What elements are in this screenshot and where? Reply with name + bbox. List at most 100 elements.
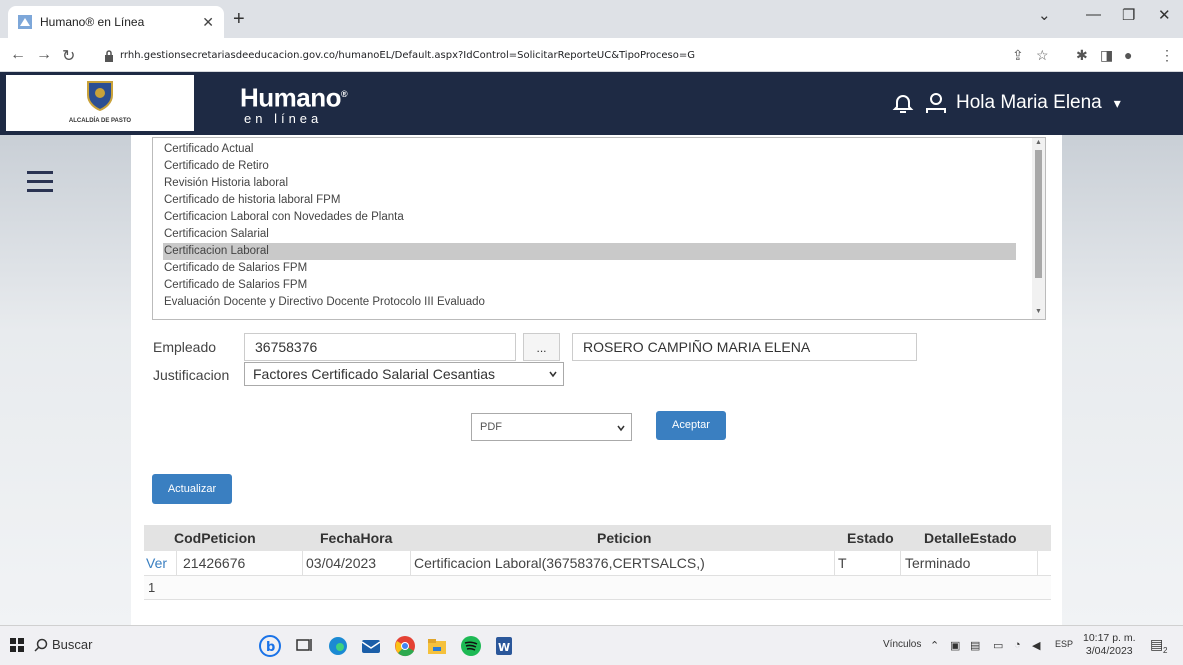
- back-icon[interactable]: ←: [10, 46, 26, 64]
- chevron-up-icon[interactable]: ⌃: [930, 639, 939, 652]
- tab-title: Humano® en Línea: [40, 15, 145, 29]
- view-link[interactable]: Ver: [146, 555, 167, 571]
- report-type-list[interactable]: Certificado Actual Certificado de Retiro…: [152, 137, 1046, 320]
- list-item[interactable]: Evaluación Docente y Directivo Docente P…: [164, 294, 485, 311]
- format-select[interactable]: PDF: [471, 413, 632, 441]
- close-tab-icon[interactable]: ✕: [202, 14, 214, 31]
- accept-button[interactable]: Aceptar: [656, 411, 726, 440]
- mail-icon[interactable]: [358, 633, 384, 659]
- notification-count: 2: [1163, 646, 1168, 655]
- requests-table: CodPeticion FechaHora Peticion Estado De…: [144, 525, 1051, 600]
- tray-app-icon[interactable]: ▣: [950, 639, 960, 652]
- svg-text:b: b: [266, 640, 275, 655]
- scroll-up-icon[interactable]: ▲: [1035, 139, 1042, 146]
- clock[interactable]: 10:17 p. m. 3/04/2023: [1083, 632, 1136, 658]
- bing-icon[interactable]: b: [257, 633, 283, 659]
- list-item[interactable]: Revisión Historia laboral: [164, 175, 288, 192]
- taskbar-search-label[interactable]: Buscar: [52, 637, 92, 652]
- column-divider: [302, 551, 303, 576]
- chevron-down-icon[interactable]: ⌄: [1038, 6, 1051, 24]
- browser-tab[interactable]: Humano® en Línea ✕: [8, 6, 224, 38]
- justificacion-select[interactable]: Factores Certificado Salarial Cesantias: [244, 362, 564, 386]
- employee-lookup-button[interactable]: ...: [523, 333, 560, 361]
- justificacion-value: Factores Certificado Salarial Cesantias: [253, 366, 495, 382]
- empleado-field[interactable]: 36758376: [244, 333, 516, 361]
- column-divider: [1037, 551, 1038, 576]
- page-number[interactable]: 1: [148, 580, 155, 595]
- logo-caption: ALCALDÍA DE PASTO: [68, 118, 132, 124]
- bookmark-star-icon[interactable]: ☆: [1036, 47, 1049, 64]
- share-icon[interactable]: ⇪: [1012, 47, 1024, 64]
- refresh-button[interactable]: Actualizar: [152, 474, 232, 504]
- format-value: PDF: [480, 421, 502, 433]
- humano-brand: Humano® en línea: [240, 80, 348, 126]
- task-view-icon[interactable]: [291, 633, 317, 659]
- chrome-icon[interactable]: [392, 633, 418, 659]
- profile-avatar[interactable]: ●: [1124, 47, 1132, 63]
- user-icon[interactable]: [924, 91, 948, 115]
- forward-icon[interactable]: →: [36, 46, 52, 64]
- clock-time: 10:17 p. m.: [1083, 632, 1136, 644]
- list-item-selected[interactable]: Certificacion Laboral: [163, 243, 1016, 260]
- chevron-down-icon: ▾: [1113, 95, 1121, 111]
- reload-icon[interactable]: ↻: [62, 46, 75, 66]
- more-menu-icon[interactable]: ⋮: [1160, 47, 1174, 64]
- list-scrollbar[interactable]: ▲ ▼: [1032, 138, 1045, 319]
- column-divider: [176, 551, 177, 576]
- column-divider: [900, 551, 901, 576]
- sidepanel-icon[interactable]: ◨: [1100, 47, 1113, 64]
- file-explorer-icon[interactable]: [424, 633, 450, 659]
- col-header-peticion: Peticion: [597, 530, 652, 546]
- clock-date: 3/04/2023: [1085, 645, 1133, 657]
- tray-app-icon[interactable]: ▤: [970, 639, 980, 652]
- search-icon[interactable]: [34, 638, 48, 652]
- list-item[interactable]: Certificado de Retiro: [164, 158, 269, 175]
- col-header-codpeticion: CodPeticion: [174, 530, 256, 546]
- brand-sub: en línea: [244, 110, 323, 126]
- col-header-estado: Estado: [847, 530, 894, 546]
- table-header: CodPeticion FechaHora Peticion Estado De…: [144, 525, 1051, 551]
- minimize-icon[interactable]: —: [1086, 6, 1101, 23]
- employee-name-field: ROSERO CAMPIÑO MARIA ELENA: [572, 333, 917, 361]
- table-pager: 1: [144, 576, 1051, 600]
- word-icon[interactable]: W: [491, 633, 517, 659]
- spotify-icon[interactable]: [458, 633, 484, 659]
- coat-of-arms-icon: [87, 81, 113, 112]
- list-item[interactable]: Certificado de Salarios FPM: [164, 260, 307, 277]
- user-menu[interactable]: Hola Maria Elena ▾: [956, 92, 1121, 114]
- cell-fechahora: 03/04/2023: [306, 555, 377, 571]
- windows-taskbar: Buscar b W Vínculos ⌃ ▣ ▤ ▭ ◔ ◀ ESP 10:1…: [0, 625, 1183, 665]
- list-item[interactable]: Certificacion Salarial: [164, 226, 269, 243]
- scroll-thumb[interactable]: [1035, 150, 1042, 278]
- list-item[interactable]: Certificado de historia laboral FPM: [164, 192, 340, 209]
- list-item[interactable]: Certificado Actual: [164, 141, 254, 158]
- bell-icon[interactable]: [892, 92, 914, 114]
- cell-codpeticion: 21426676: [183, 555, 246, 571]
- extensions-icon[interactable]: ✱: [1076, 47, 1088, 64]
- list-item[interactable]: Certificado de Salarios FPM: [164, 277, 307, 294]
- edge-browser-icon[interactable]: [325, 633, 351, 659]
- url-text: rrhh.gestionsecretariasdeeducacion.gov.c…: [120, 50, 696, 61]
- chevron-down-icon: [617, 425, 625, 432]
- volume-icon[interactable]: ◀: [1032, 639, 1040, 652]
- language-indicator[interactable]: ESP: [1055, 639, 1073, 649]
- brand-registered: ®: [341, 89, 348, 99]
- alcaldia-logo: ALCALDÍA DE PASTO: [6, 75, 194, 131]
- list-item[interactable]: Certificacion Laboral con Novedades de P…: [164, 209, 404, 226]
- scroll-down-icon[interactable]: ▼: [1035, 308, 1042, 315]
- notifications-icon[interactable]: ▤: [1150, 636, 1163, 653]
- wifi-icon[interactable]: ◔: [1014, 639, 1021, 651]
- hamburger-menu-icon[interactable]: [27, 171, 53, 193]
- close-window-icon[interactable]: ✕: [1158, 6, 1171, 24]
- greeting-text: Hola Maria Elena: [956, 92, 1102, 113]
- restore-icon[interactable]: ❐: [1122, 6, 1135, 24]
- url-field[interactable]: rrhh.gestionsecretariasdeeducacion.gov.c…: [104, 43, 996, 68]
- battery-icon[interactable]: ▭: [993, 639, 1003, 652]
- table-row: Ver 21426676 03/04/2023 Certificacion La…: [144, 551, 1051, 576]
- links-toolbar-label[interactable]: Vínculos: [883, 639, 921, 650]
- windows-start-icon[interactable]: [10, 638, 24, 652]
- address-bar: ← → ↻ rrhh.gestionsecretariasdeeducacion…: [0, 38, 1183, 72]
- col-header-fechahora: FechaHora: [320, 530, 393, 546]
- column-divider: [410, 551, 411, 576]
- new-tab-icon[interactable]: +: [233, 8, 245, 31]
